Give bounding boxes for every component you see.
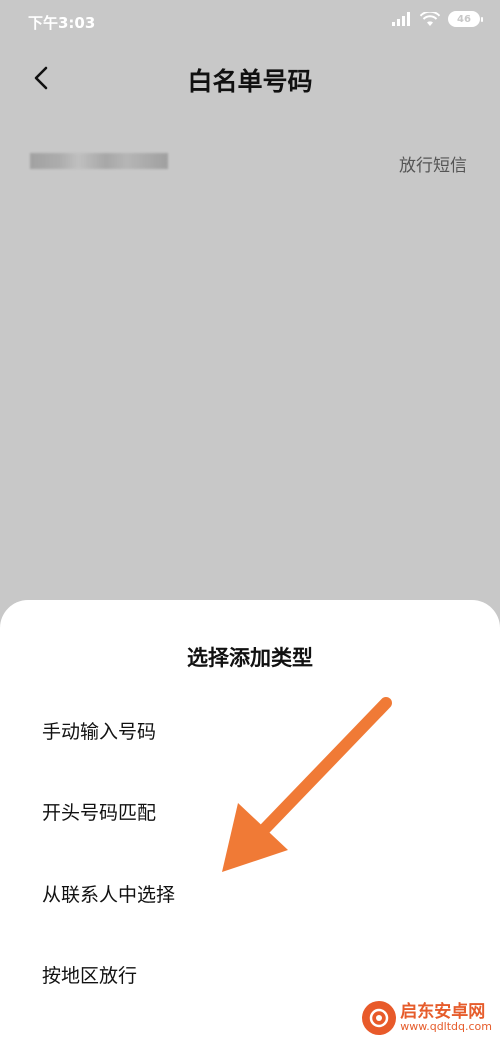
header: 白名单号码 (0, 52, 500, 104)
battery-level: 46 (457, 13, 471, 25)
blurred-phone-number (30, 153, 168, 169)
watermark-url: www.qdltdq.com (400, 1020, 492, 1034)
option-by-region[interactable]: 按地区放行 (42, 956, 462, 996)
watermark-logo-icon (362, 1001, 397, 1035)
option-prefix-match[interactable]: 开头号码匹配 (42, 793, 462, 833)
wifi-icon (420, 11, 440, 26)
signal-icon (392, 12, 410, 26)
watermark: 启东安卓网 www.qdltdq.com (362, 1001, 492, 1035)
row-action-label: 放行短信 (399, 156, 467, 176)
page-title: 白名单号码 (187, 67, 313, 96)
status-time: 下午3:03 (28, 14, 96, 32)
option-from-contacts[interactable]: 从联系人中选择 (42, 875, 462, 915)
whitelist-row[interactable]: 放行短信 (0, 135, 500, 191)
option-manual-input[interactable]: 手动输入号码 (42, 712, 462, 752)
watermark-name: 启东安卓网 (400, 1001, 486, 1022)
sheet-title: 选择添加类型 (187, 646, 313, 670)
status-icons: 46 (392, 11, 483, 27)
status-bar: 下午3:03 46 (0, 0, 500, 42)
battery-icon: 46 (448, 11, 483, 27)
add-type-sheet: 选择添加类型 手动输入号码 开头号码匹配 从联系人中选择 按地区放行 (0, 600, 500, 1039)
